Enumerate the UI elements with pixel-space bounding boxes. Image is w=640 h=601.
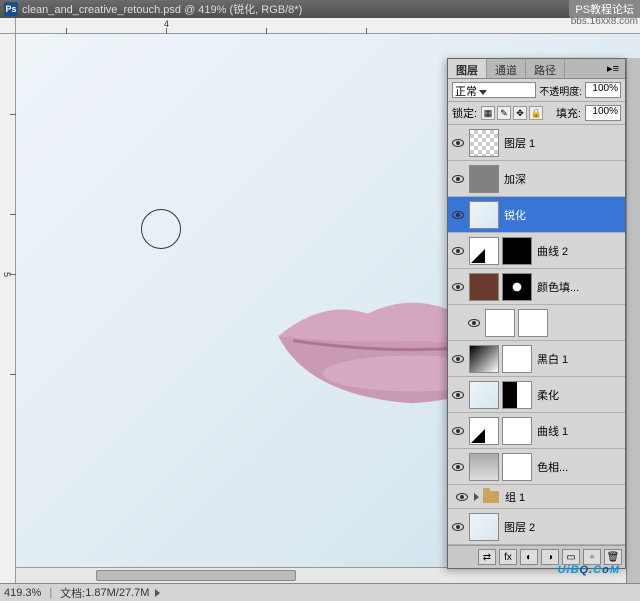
statusbar: 419.3% | 文档: 1.87M/27.7M <box>0 583 640 601</box>
layer-row[interactable]: 颜色填... <box>448 269 625 305</box>
layer-name[interactable]: 色相... <box>537 459 568 475</box>
visibility-toggle[interactable] <box>452 247 464 255</box>
layer-thumbnail[interactable] <box>469 129 499 157</box>
visibility-toggle[interactable] <box>456 493 468 501</box>
layer-name[interactable]: 颜色填... <box>537 279 579 295</box>
layer-row[interactable]: 锐化 <box>448 197 625 233</box>
lock-pixels-icon[interactable]: ✎ <box>497 106 511 120</box>
tab-layers[interactable]: 图层 <box>448 59 487 78</box>
adjustment-layer-button[interactable]: ◑ <box>541 549 559 565</box>
blend-mode-select[interactable]: 正常 <box>452 82 536 98</box>
lock-all-icon[interactable]: 🔒 <box>529 106 543 120</box>
layer-mask-thumbnail[interactable] <box>502 381 532 409</box>
layer-row[interactable]: 图层 1 <box>448 125 625 161</box>
horizontal-scrollbar[interactable] <box>16 567 640 583</box>
visibility-toggle[interactable] <box>452 139 464 147</box>
layer-style-button[interactable]: fx <box>499 549 517 565</box>
opacity-input[interactable]: 100% <box>585 82 621 98</box>
visibility-toggle[interactable] <box>452 391 464 399</box>
layer-mask-button[interactable]: ◐ <box>520 549 538 565</box>
opacity-label: 不透明度: <box>539 83 582 98</box>
layer-row[interactable]: 色相... <box>448 449 625 485</box>
layer-name[interactable]: 曲线 2 <box>537 243 568 259</box>
fill-input[interactable]: 100% <box>585 105 621 121</box>
layer-row[interactable]: 柔化 <box>448 377 625 413</box>
layers-list[interactable]: 图层 1 加深锐化曲线 2 颜色填... 黑白 1 柔化曲线 1 色相... 组 1 图层 2 <box>448 125 625 545</box>
expand-icon[interactable] <box>474 493 479 501</box>
fill-label: 填充: <box>556 105 581 121</box>
layer-thumbnail[interactable] <box>469 453 499 481</box>
layer-group[interactable]: 组 1 <box>448 485 625 509</box>
lock-label: 锁定: <box>452 105 477 121</box>
layer-mask-thumbnail[interactable] <box>502 453 532 481</box>
tab-paths[interactable]: 路径 <box>526 59 565 78</box>
layer-thumbnail[interactable] <box>469 345 499 373</box>
layer-mask-thumbnail[interactable] <box>502 273 532 301</box>
tab-channels[interactable]: 通道 <box>487 59 526 78</box>
visibility-toggle[interactable] <box>452 175 464 183</box>
layer-name[interactable]: 图层 2 <box>504 519 535 535</box>
zoom-level[interactable]: 419.3% <box>4 587 41 599</box>
layer-name[interactable]: 柔化 <box>537 387 559 403</box>
layer-row[interactable]: 加深 <box>448 161 625 197</box>
layer-name[interactable]: 锐化 <box>504 207 526 223</box>
layer-thumbnail[interactable] <box>469 417 499 445</box>
layer-name[interactable]: 曲线 1 <box>537 423 568 439</box>
lock-position-icon[interactable]: ✥ <box>513 106 527 120</box>
uibq-logo: UiBQ.CoM <box>558 553 620 579</box>
folder-icon <box>483 491 499 503</box>
layer-row[interactable]: 曲线 2 <box>448 233 625 269</box>
ruler-corner <box>0 18 16 34</box>
layer-thumbnail[interactable] <box>469 513 499 541</box>
visibility-toggle[interactable] <box>452 283 464 291</box>
visibility-toggle[interactable] <box>468 319 480 327</box>
layer-thumbnail[interactable] <box>469 165 499 193</box>
layer-row[interactable]: 曲线 1 <box>448 413 625 449</box>
link-layers-button[interactable]: ⇄ <box>478 549 496 565</box>
layer-mask-thumbnail[interactable] <box>502 237 532 265</box>
visibility-toggle[interactable] <box>452 463 464 471</box>
layer-name[interactable]: 黑白 1 <box>537 351 568 367</box>
layer-thumbnail[interactable] <box>485 309 515 337</box>
layer-name[interactable]: 组 1 <box>505 489 525 505</box>
document-title: clean_and_creative_retouch.psd @ 419% (锐… <box>22 1 302 17</box>
panel-tabs: 图层 通道 路径 ▸≡ <box>448 59 625 79</box>
panel-dock-strip[interactable] <box>626 58 640 583</box>
layers-panel: 图层 通道 路径 ▸≡ 正常 不透明度: 100% 锁定: ▦ ✎ ✥ 🔒 填充… <box>447 58 626 569</box>
app-icon: Ps <box>4 2 18 16</box>
blend-mode-row: 正常 不透明度: 100% <box>448 79 625 102</box>
visibility-toggle[interactable] <box>452 355 464 363</box>
scrollbar-thumb[interactable] <box>96 570 296 581</box>
layer-name[interactable]: 加深 <box>504 171 526 187</box>
layer-name[interactable]: 图层 1 <box>504 135 535 151</box>
layer-mask-thumbnail[interactable] <box>502 417 532 445</box>
titlebar: Ps clean_and_creative_retouch.psd @ 419%… <box>0 0 640 18</box>
layer-thumbnail[interactable] <box>469 381 499 409</box>
watermark-url: bbs.16xx8.com <box>571 16 638 27</box>
ruler-horizontal[interactable]: 4 <box>16 18 640 34</box>
chevron-down-icon <box>479 90 487 95</box>
doc-size-value: 1.87M/27.7M <box>85 587 149 599</box>
panel-menu-icon[interactable]: ▸≡ <box>601 59 625 78</box>
visibility-toggle[interactable] <box>452 427 464 435</box>
layer-row[interactable] <box>448 305 625 341</box>
layer-mask-thumbnail[interactable] <box>502 345 532 373</box>
layer-row[interactable]: 图层 2 <box>448 509 625 545</box>
visibility-toggle[interactable] <box>452 211 464 219</box>
lock-row: 锁定: ▦ ✎ ✥ 🔒 填充: 100% <box>448 102 625 125</box>
layer-thumbnail[interactable] <box>469 273 499 301</box>
ruler-vertical[interactable]: 5 <box>0 34 16 583</box>
layer-row[interactable]: 黑白 1 <box>448 341 625 377</box>
brush-cursor <box>141 209 181 249</box>
layer-mask-thumbnail[interactable] <box>518 309 548 337</box>
layer-thumbnail[interactable] <box>469 237 499 265</box>
doc-size-label: 文档: <box>60 585 85 601</box>
lock-transparency-icon[interactable]: ▦ <box>481 106 495 120</box>
visibility-toggle[interactable] <box>452 523 464 531</box>
layer-thumbnail[interactable] <box>469 201 499 229</box>
flyout-icon[interactable] <box>155 589 160 597</box>
